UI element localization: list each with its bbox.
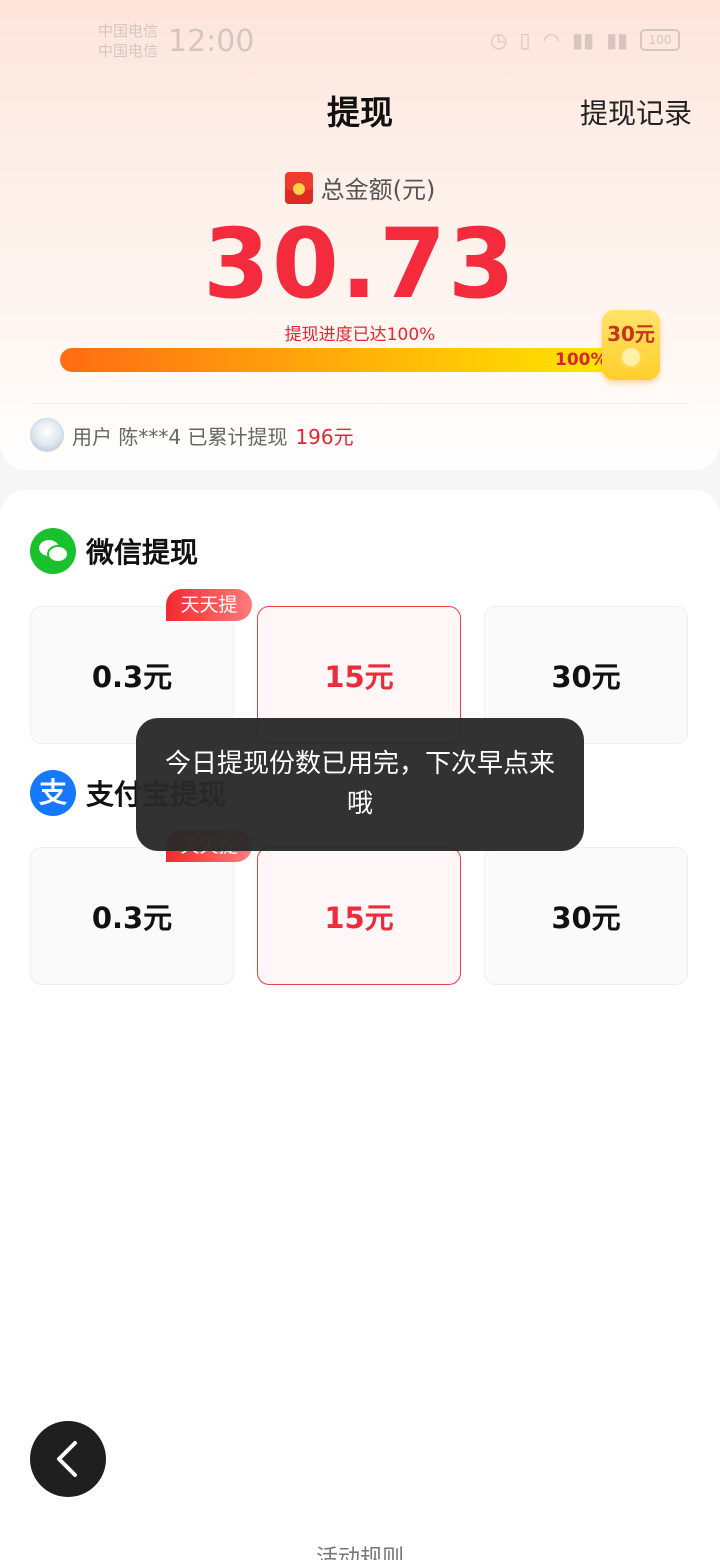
- vibrate-icon: ▯: [519, 28, 531, 52]
- total-label: 总金额(元): [320, 176, 436, 204]
- alipay-option-2[interactable]: 30元: [484, 847, 688, 985]
- goal-badge: 30元: [602, 310, 660, 380]
- wechat-section-title: 微信提现: [30, 528, 198, 574]
- progress-fill: [60, 348, 620, 372]
- goal-badge-label: 30元: [607, 322, 655, 346]
- signal-icon-2: ▮▮: [605, 28, 628, 52]
- carrier-1: 中国电信: [98, 22, 159, 40]
- red-envelope-icon: [284, 171, 313, 204]
- wifi-icon: ◠: [542, 28, 560, 52]
- progress-bar: [60, 348, 620, 372]
- ticker-text: 用户 陈***4 已累计提现: [72, 424, 288, 449]
- coin-icon: [622, 348, 640, 366]
- wechat-icon: [30, 528, 76, 574]
- alipay-icon: 支: [30, 770, 76, 816]
- activity-rules-link[interactable]: 活动规则: [0, 1540, 720, 1560]
- status-bar: 中国电信 中国电信 12:00 ◷ ▯ ◠ ▮▮ ▮▮ 100: [0, 0, 720, 80]
- total-amount: 30.73: [203, 208, 517, 320]
- alipay-option-1[interactable]: 15元: [257, 847, 461, 985]
- wechat-title: 微信提现: [86, 536, 199, 569]
- summary-header: 中国电信 中国电信 12:00 ◷ ▯ ◠ ▮▮ ▮▮ 100 提现 提现记录 …: [0, 0, 720, 470]
- withdraw-record-link[interactable]: 提现记录: [580, 92, 692, 132]
- battery-icon: 100: [640, 29, 680, 51]
- carrier-info: 中国电信 中国电信: [98, 20, 158, 60]
- chevron-left-icon: [57, 1441, 77, 1477]
- alipay-option-0[interactable]: 0.3元: [30, 847, 234, 985]
- alarm-icon: ◷: [490, 28, 508, 52]
- daily-tag: 天天提: [166, 589, 252, 621]
- status-icons: ◷ ▯ ◠ ▮▮ ▮▮ 100: [490, 28, 680, 52]
- ticker-amount: 196元: [295, 424, 354, 449]
- back-button[interactable]: [30, 1421, 106, 1497]
- carrier-2: 中国电信: [98, 42, 159, 60]
- status-clock: 12:00: [168, 24, 255, 59]
- withdraw-page: 中国电信 中国电信 12:00 ◷ ▯ ◠ ▮▮ ▮▮ 100 提现 提现记录 …: [0, 0, 720, 1560]
- signal-icon: ▮▮: [571, 28, 594, 52]
- divider: [30, 403, 690, 404]
- total-label-row: 总金额(元): [0, 170, 720, 205]
- avatar: [30, 418, 64, 452]
- toast-message: 今日提现份数已用完，下次早点来哦: [136, 718, 584, 851]
- withdraw-ticker: 用户 陈***4 已累计提现 196元: [30, 418, 354, 452]
- progress-percent: 100%: [555, 350, 608, 370]
